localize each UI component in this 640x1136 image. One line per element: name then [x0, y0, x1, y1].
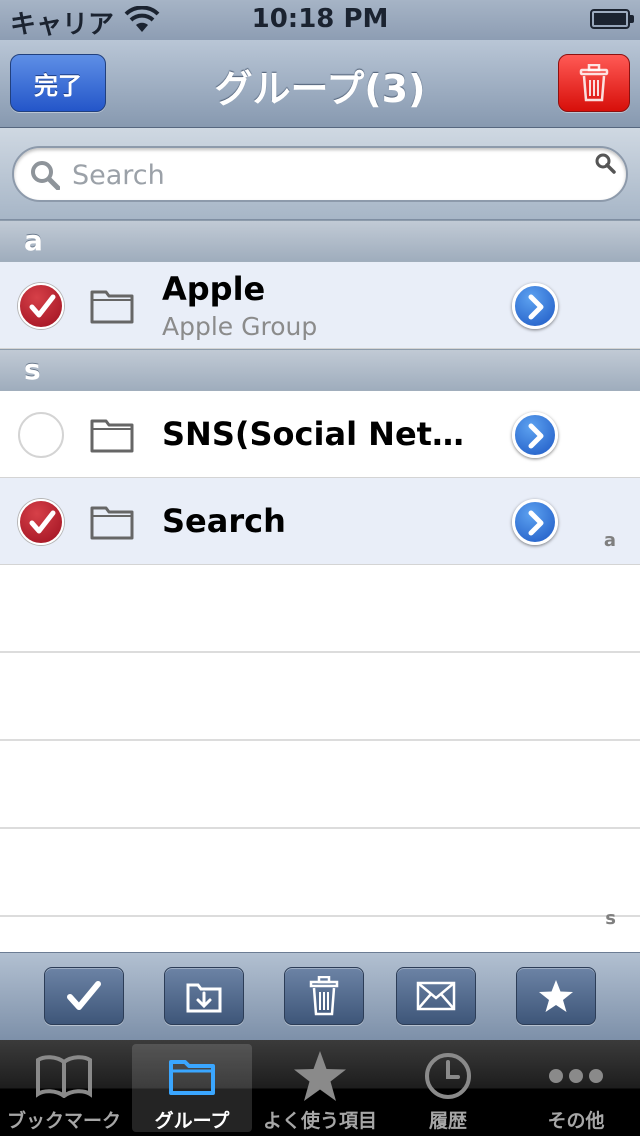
status-bar: キャリア 10:18 PM	[0, 0, 640, 40]
book-icon	[36, 1055, 92, 1098]
bottom-toolbar	[0, 952, 640, 1040]
search-icon	[31, 161, 60, 190]
checkmark-icon	[67, 981, 101, 1010]
star-icon	[539, 980, 573, 1012]
trash-icon	[579, 64, 609, 102]
list-item[interactable]: SNS(Social Net…	[0, 391, 640, 478]
detail-disclosure-button[interactable]	[512, 283, 558, 329]
group-title: Apple	[162, 270, 266, 308]
search-icon[interactable]	[594, 152, 616, 174]
list-item[interactable]: Apple Apple Group	[0, 262, 640, 349]
chevron-right-icon	[528, 510, 544, 536]
tab-groups[interactable]: グループ	[132, 1044, 252, 1132]
move-button[interactable]	[164, 967, 244, 1025]
battery-icon	[590, 9, 634, 29]
detail-disclosure-button[interactable]	[512, 499, 558, 545]
tab-bookmarks[interactable]: ブックマーク	[4, 1044, 124, 1132]
section-index-a[interactable]: a	[604, 530, 616, 551]
chevron-right-icon	[528, 294, 544, 320]
tab-label: よく使う項目	[262, 1110, 377, 1132]
delete-selected-button[interactable]	[284, 967, 364, 1025]
star-icon	[294, 1051, 346, 1101]
tab-history[interactable]: 履歴	[388, 1044, 508, 1132]
mail-icon	[416, 981, 456, 1011]
group-title: SNS(Social Net…	[162, 415, 464, 453]
chevron-right-icon	[528, 423, 544, 449]
folder-icon	[90, 290, 134, 324]
empty-row	[0, 741, 640, 829]
mail-button[interactable]	[396, 967, 476, 1025]
tab-label: その他	[547, 1110, 605, 1132]
folder-icon	[90, 419, 134, 453]
section-index-s[interactable]: s	[605, 908, 616, 929]
empty-row	[0, 829, 640, 917]
checkmark-icon[interactable]	[18, 499, 64, 545]
search-input[interactable]: Search	[12, 146, 628, 202]
page-title: グループ(3)	[214, 67, 426, 111]
folder-icon	[90, 506, 134, 540]
tab-bar: ブックマーク グループ よく使う項目 履歴 その他	[0, 1040, 640, 1136]
folder-icon	[169, 1060, 215, 1095]
tab-label: ブックマーク	[6, 1110, 121, 1132]
navigation-bar: 完了 グループ(3)	[0, 40, 640, 128]
empty-row	[0, 565, 640, 653]
unchecked-circle-icon[interactable]	[18, 412, 64, 458]
clock-icon	[425, 1053, 471, 1099]
favorite-button[interactable]	[516, 967, 596, 1025]
tab-favorites[interactable]: よく使う項目	[260, 1044, 380, 1132]
group-title: Search	[162, 502, 286, 540]
group-subtitle: Apple Group	[162, 312, 318, 341]
tab-label: グループ	[154, 1110, 230, 1132]
list-item[interactable]: Search	[0, 478, 640, 565]
search-placeholder: Search	[72, 160, 165, 191]
tab-label: 履歴	[428, 1110, 467, 1132]
trash-icon	[309, 976, 339, 1016]
select-all-button[interactable]	[44, 967, 124, 1025]
tab-more[interactable]: その他	[516, 1044, 636, 1132]
section-header-s: s	[0, 349, 640, 391]
checkmark-icon[interactable]	[18, 283, 64, 329]
group-list: a Apple Apple Group s SNS(Social Net… Se…	[0, 220, 640, 952]
more-icon	[549, 1069, 603, 1083]
clock-label: 10:18 PM	[251, 4, 389, 34]
delete-button[interactable]	[558, 54, 630, 112]
empty-row	[0, 653, 640, 741]
search-bar: Search	[0, 128, 640, 220]
section-header-a: a	[0, 220, 640, 262]
move-folder-icon	[186, 983, 222, 1013]
detail-disclosure-button[interactable]	[512, 412, 558, 458]
